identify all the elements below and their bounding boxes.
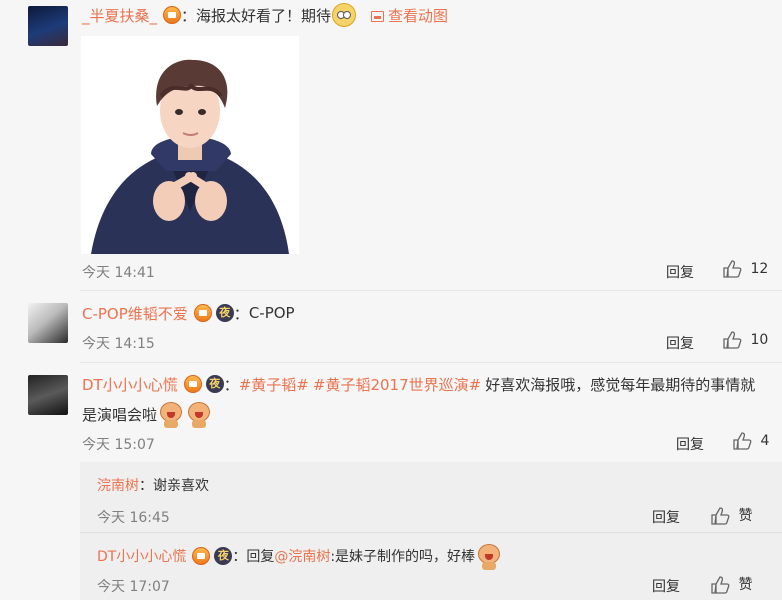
like-count: 10 — [750, 332, 769, 348]
divider — [80, 532, 782, 533]
comment-username[interactable]: _半夏扶桑_ — [82, 5, 157, 26]
reply-time: 今天 17:07 — [97, 579, 170, 595]
reply-button[interactable]: 回复 — [652, 507, 680, 527]
reply-username[interactable]: DT小小小心慌 — [97, 546, 186, 566]
vip-badge-icon[interactable] — [183, 375, 202, 393]
comment-colon: ： — [181, 6, 197, 25]
reply-text: 谢亲喜欢 — [153, 478, 209, 494]
replies-box: 浣南树 ： 谢亲喜欢 今天 16:45 回复 赞 DT小小小心慌 夜 ：回复 @… — [80, 462, 782, 600]
comment-text-continued: 是演唱会啦 — [82, 405, 158, 424]
comment-image[interactable] — [81, 36, 299, 254]
hashtag-link[interactable]: #黄子韬# — [239, 374, 309, 395]
like-button[interactable]: 12 — [722, 260, 768, 278]
like-button[interactable]: 10 — [722, 331, 768, 349]
thumbs-up-icon — [711, 576, 730, 594]
comment-colon: ： — [223, 375, 239, 394]
image-icon — [371, 10, 385, 22]
thumbs-up-icon — [733, 432, 752, 450]
view-gif-link[interactable]: 查看动图 — [371, 5, 448, 26]
divider — [80, 290, 782, 291]
like-button[interactable]: 赞 — [710, 574, 752, 594]
emoji-icon — [332, 3, 357, 27]
like-button[interactable]: 赞 — [710, 505, 752, 525]
person-photo — [91, 59, 289, 254]
reply-username[interactable]: 浣南树 — [97, 475, 139, 495]
vip-badge-icon[interactable] — [163, 6, 182, 24]
sticker-icon — [158, 400, 184, 428]
comment-text: C-POP — [248, 304, 295, 322]
divider — [80, 362, 782, 363]
comment-time: 今天 15:07 — [82, 437, 155, 453]
avatar[interactable] — [28, 375, 68, 415]
comment-text: 好喜欢海报哦，感觉每年最期待的事情就 — [485, 375, 756, 394]
reply-button[interactable]: 回复 — [666, 262, 694, 282]
comment-colon: ： — [233, 304, 249, 323]
reply-prefix: ：回复 — [232, 549, 275, 565]
thumbs-up-icon — [723, 331, 742, 349]
comment-username[interactable]: DT小小小心慌 — [82, 374, 178, 395]
reply-button[interactable]: 回复 — [676, 434, 704, 454]
comment-time: 今天 14:15 — [82, 336, 155, 352]
like-count: 12 — [750, 261, 769, 277]
night-badge-icon[interactable]: 夜 — [205, 375, 224, 393]
mention-link[interactable]: @浣南树 — [274, 546, 330, 566]
comment-time: 今天 14:41 — [82, 265, 155, 281]
comment-text: 海报太好看了！期待 — [196, 6, 332, 25]
reply-button[interactable]: 回复 — [666, 333, 694, 353]
view-gif-label: 查看动图 — [388, 6, 449, 25]
like-count: 4 — [760, 433, 770, 449]
hashtag-link[interactable]: #黄子韬2017世界巡演# — [313, 374, 481, 395]
reply-text: :是妹子制作的吗，好棒 — [330, 549, 476, 565]
reply-button[interactable]: 回复 — [652, 576, 680, 596]
thumbs-up-icon — [723, 260, 742, 278]
vip-badge-icon[interactable] — [192, 547, 211, 565]
avatar[interactable] — [28, 6, 68, 46]
like-label: 赞 — [738, 577, 753, 593]
comment-username[interactable]: C-POP维韬不爱 — [82, 303, 188, 324]
night-badge-icon[interactable]: 夜 — [215, 304, 234, 322]
like-label: 赞 — [738, 508, 753, 524]
thumbs-up-icon — [711, 507, 730, 525]
vip-badge-icon[interactable] — [193, 304, 212, 322]
night-badge-icon[interactable]: 夜 — [214, 547, 233, 565]
avatar[interactable] — [28, 303, 68, 343]
reply-colon: ： — [139, 478, 153, 494]
sticker-icon — [186, 400, 212, 428]
sticker-icon — [476, 542, 502, 570]
reply-time: 今天 16:45 — [97, 510, 170, 526]
like-button[interactable]: 4 — [732, 432, 769, 450]
